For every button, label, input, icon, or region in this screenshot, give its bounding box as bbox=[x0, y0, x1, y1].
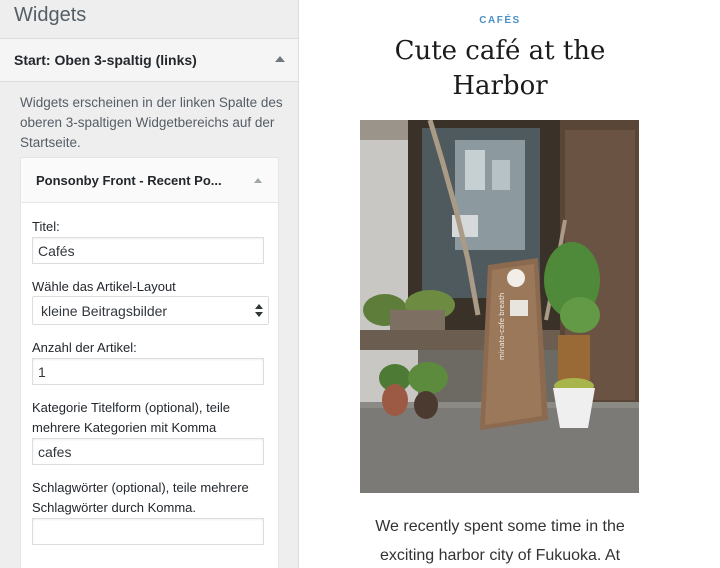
post-excerpt: We recently spent some time in the excit… bbox=[375, 518, 625, 564]
widget-card: Ponsonby Front - Recent Po... Titel: Wäh… bbox=[20, 157, 279, 568]
count-label: Anzahl der Artikel: bbox=[32, 340, 137, 355]
category-input[interactable] bbox=[32, 438, 264, 465]
layout-selected-value: kleine Beitragsbilder bbox=[41, 303, 168, 319]
layout-label: Wähle das Artikel-Layout bbox=[32, 279, 176, 294]
panel-title: Widgets bbox=[14, 4, 87, 26]
count-input[interactable] bbox=[32, 358, 264, 385]
widget-toggle-arrow-icon[interactable] bbox=[254, 178, 262, 183]
tags-label: Schlagwörter (optional), teile mehrere S… bbox=[32, 480, 249, 515]
collapse-arrow-icon[interactable] bbox=[275, 56, 285, 62]
section-description: Widgets erscheinen in der linken Spalte … bbox=[20, 95, 283, 150]
widget-area-section-header[interactable]: Start: Oben 3-spaltig (links) bbox=[0, 38, 298, 82]
post-category-link[interactable]: CAFÉS bbox=[300, 15, 700, 26]
post-featured-image[interactable]: minato-cafe breath bbox=[360, 120, 639, 493]
sign-text: minato-cafe breath bbox=[498, 293, 506, 360]
layout-select[interactable]: kleine Beitragsbilder bbox=[32, 296, 269, 325]
tags-input[interactable] bbox=[32, 518, 264, 545]
post-title[interactable]: Cute café at the Harbor bbox=[370, 34, 630, 104]
select-arrows-icon bbox=[255, 304, 263, 318]
section-title: Start: Oben 3-spaltig (links) bbox=[14, 52, 197, 68]
title-label: Titel: bbox=[32, 219, 60, 234]
category-label: Kategorie Titelform (optional), teile me… bbox=[32, 400, 230, 435]
customizer-panel: Widgets Start: Oben 3-spaltig (links) Wi… bbox=[0, 0, 299, 568]
site-preview: CAFÉS Cute café at the Harbor minato-caf… bbox=[300, 0, 720, 568]
title-input[interactable] bbox=[32, 237, 264, 264]
widget-title: Ponsonby Front - Recent Po... bbox=[36, 173, 222, 188]
widget-header[interactable]: Ponsonby Front - Recent Po... bbox=[21, 158, 278, 203]
